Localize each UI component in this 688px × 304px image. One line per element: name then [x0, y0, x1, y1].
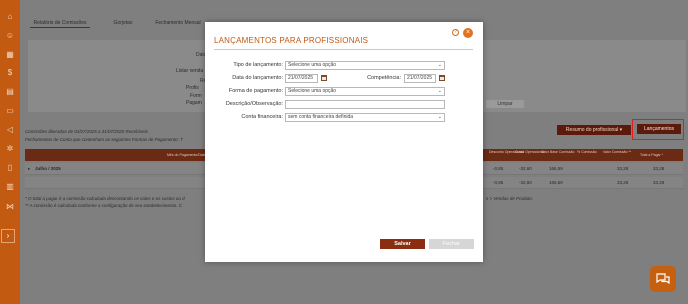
- row-label: Julho / 2025: [35, 166, 61, 171]
- help-icon[interactable]: ?: [452, 29, 459, 36]
- caret-down-icon: ▾: [619, 127, 623, 133]
- info-line: Fechamentos de Conta que contenham as se…: [25, 137, 183, 142]
- tipo-lancamento-select[interactable]: Selecione uma opção ⌄: [285, 61, 445, 70]
- gear-icon[interactable]: ✲: [5, 144, 15, 154]
- tab-fechamento[interactable]: Fechamento Mensal: [150, 18, 206, 28]
- sidebar: ⌂ ☺ ▦ $ ▤ ▭ ◁ ✲ ▯ ▥ ⋈ ›: [0, 0, 20, 304]
- clipboard-icon[interactable]: ▯: [5, 163, 15, 173]
- cell: 33,28: [617, 166, 629, 171]
- tipo-lancamento-label: Tipo de lançamento:: [233, 62, 283, 68]
- limpar-button[interactable]: Limpar: [486, 100, 524, 108]
- footnote: ** A comissão é calculada conforme a con…: [25, 203, 183, 208]
- conta-financeira-label: Conta financeira:: [241, 114, 283, 120]
- column-header: Valor Comissão **: [603, 150, 632, 154]
- filter-label: Form: [190, 93, 202, 99]
- close-icon[interactable]: ×: [463, 28, 473, 38]
- cell: 166,59: [549, 166, 563, 171]
- cell: -0,85: [493, 166, 504, 171]
- column-header: Custo Operacional: [515, 150, 544, 154]
- resumo-label: Resumo do profissional: [565, 127, 619, 133]
- cell: 166,59: [549, 180, 563, 185]
- chat-support-button[interactable]: [650, 266, 676, 292]
- cell: 33,28: [617, 180, 629, 185]
- resumo-profissional-button[interactable]: Resumo do profissional ▾: [557, 125, 631, 135]
- calendar-icon[interactable]: ▦: [5, 50, 15, 60]
- users-icon[interactable]: ☺: [5, 31, 15, 41]
- competencia-label: Competência:: [367, 75, 401, 81]
- descricao-input[interactable]: [285, 100, 445, 109]
- descricao-label: Descrição/Observação:: [225, 101, 283, 107]
- competencia-input[interactable]: 21/07/2025: [404, 74, 436, 83]
- salvar-button[interactable]: Salvar: [380, 239, 425, 249]
- cell: -0,85: [493, 180, 504, 185]
- fechar-button[interactable]: Fechar: [429, 239, 474, 249]
- home-icon[interactable]: ⌂: [5, 12, 15, 22]
- data-lancamento-label: Data do lançamento:: [232, 75, 283, 81]
- share-icon[interactable]: ⋈: [5, 202, 15, 212]
- filter-label: Pagam: [186, 100, 202, 106]
- title-divider: [214, 49, 473, 50]
- tab-relatorio[interactable]: Relatório de Comissões: [30, 18, 90, 28]
- chevron-down-icon: ⌄: [437, 62, 442, 68]
- cell: -32,60: [519, 166, 532, 171]
- lancamentos-modal: LANÇAMENTOS PARA PROFISSIONAIS ? × Tipo …: [205, 22, 483, 262]
- forma-pagamento-select[interactable]: Selecione uma opção ⌄: [285, 87, 445, 96]
- modal-title: LANÇAMENTOS PARA PROFISSIONAIS: [214, 36, 369, 45]
- column-header: % Comissão: [577, 150, 597, 154]
- forma-pagamento-label: Forma de pagamento:: [228, 88, 283, 94]
- money-icon[interactable]: $: [5, 68, 15, 78]
- expand-arrow-icon[interactable]: ▸: [28, 166, 30, 172]
- chevron-down-icon: ⌄: [437, 88, 442, 94]
- footnote: * O total a pagar é a comissão calculada…: [25, 196, 185, 201]
- tab-gorjetas[interactable]: Gorjetas: [108, 18, 138, 28]
- filter-label: Listar venda: [176, 68, 204, 74]
- column-header: Valor Base Comissão: [541, 150, 575, 154]
- conta-financeira-select[interactable]: sem conta financeira definida ⌄: [285, 113, 445, 122]
- megaphone-icon[interactable]: ◁: [5, 125, 15, 135]
- cell: 33,28: [653, 180, 665, 185]
- column-header: Total a Pagar *: [640, 153, 663, 157]
- chat-icon[interactable]: ▭: [5, 106, 15, 116]
- bag-icon[interactable]: ▤: [5, 87, 15, 97]
- chat-bubble-icon: [656, 273, 670, 285]
- calendar-icon[interactable]: [321, 75, 327, 81]
- calendar-icon[interactable]: [439, 75, 445, 81]
- cell: 33,28: [653, 166, 665, 171]
- chart-icon[interactable]: ▥: [5, 182, 15, 192]
- cell: -32,60: [519, 180, 532, 185]
- conta-financeira-value: sem conta financeira definida: [288, 114, 354, 120]
- column-header: Mês do Pagamento/Data: [167, 153, 206, 157]
- data-lancamento-input[interactable]: 21/07/2025: [285, 74, 318, 83]
- footnote: s > Vendas de Produto.: [486, 196, 533, 201]
- chevron-down-icon: ⌄: [437, 114, 442, 120]
- filter-label: Profis: [186, 85, 199, 91]
- expand-sidebar-icon[interactable]: ›: [1, 229, 15, 243]
- tipo-lancamento-value: Selecione uma opção: [288, 62, 337, 68]
- info-line: Comissões liberadas de 01/07/2025 a 31/0…: [25, 129, 148, 134]
- forma-pagamento-value: Selecione uma opção: [288, 88, 337, 94]
- highlight-box: [632, 119, 684, 140]
